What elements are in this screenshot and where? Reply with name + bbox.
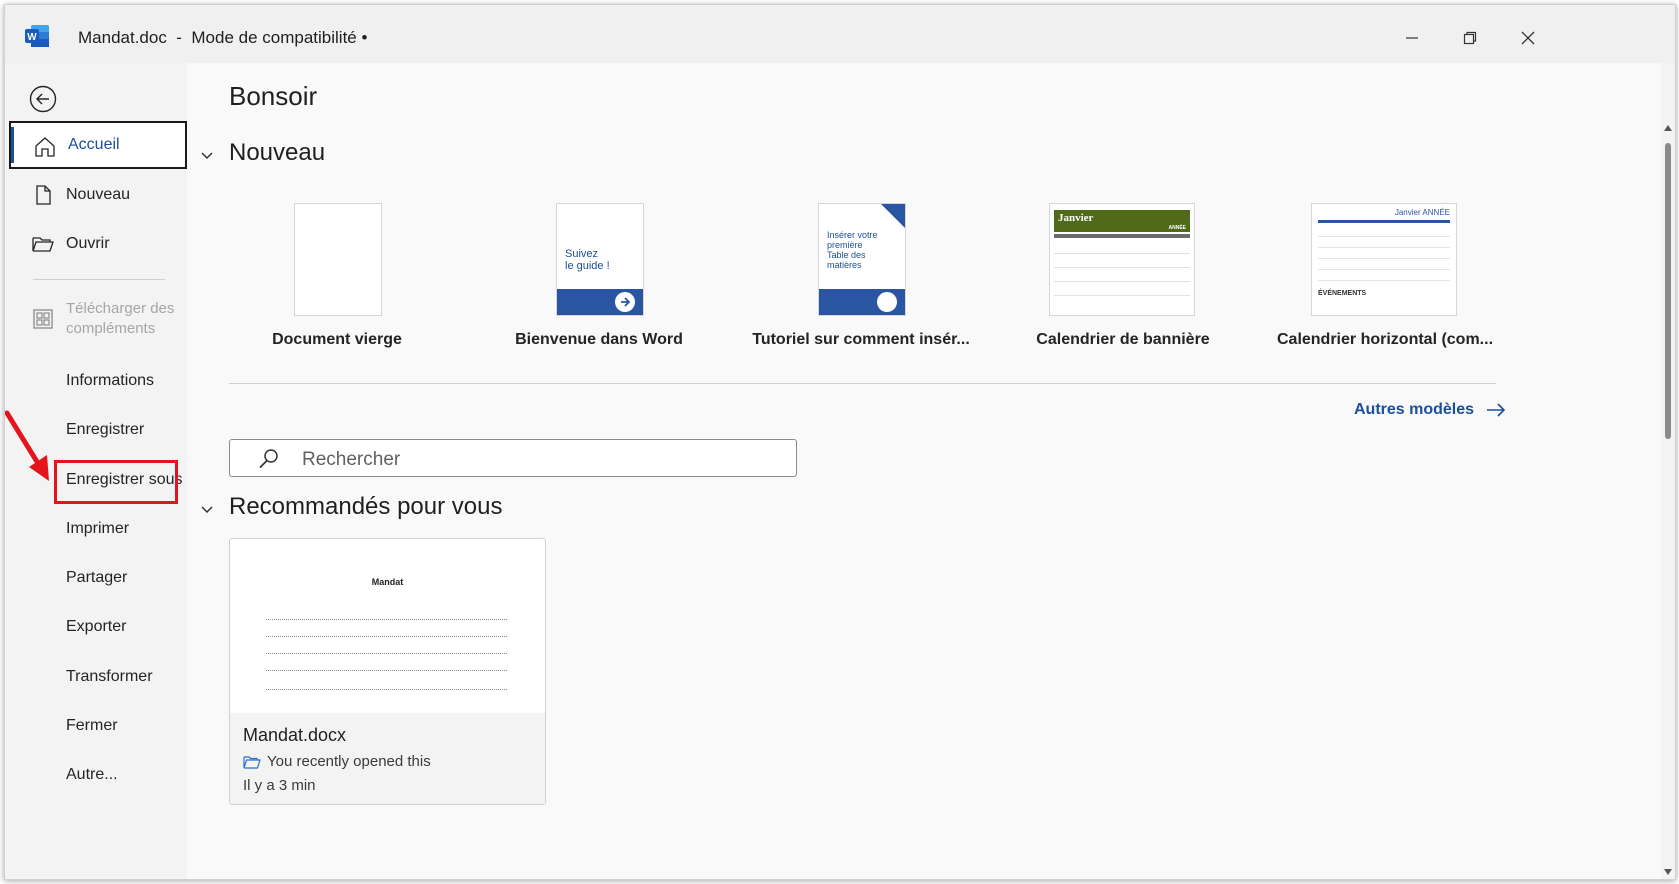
calendar-events-label: ÉVÉNEMENTS <box>1318 290 1367 297</box>
preview-line <box>266 653 507 655</box>
corner-ribbon <box>881 204 905 228</box>
preview-line <box>266 636 507 638</box>
sidebar-item-label: Télécharger des compléments <box>66 300 175 337</box>
new-document-icon <box>36 185 51 205</box>
card-info: Mandat.docx You recently opened this Il … <box>230 713 545 804</box>
calendar-year: ANNÉE <box>1168 225 1186 231</box>
sidebar-separator <box>33 279 165 280</box>
sidebar-item-partager[interactable]: Partager <box>9 554 187 602</box>
preview-line <box>266 619 507 621</box>
word-window: W Mandat.doc - Mode de compatibilité • A… <box>4 4 1676 880</box>
template-name: Calendrier horizontal (com... <box>1276 331 1494 348</box>
scroll-down-icon[interactable] <box>1664 869 1672 875</box>
search-placeholder: Rechercher <box>302 449 401 470</box>
svg-text:W: W <box>27 32 37 43</box>
sidebar-item-autre[interactable]: Autre... <box>9 751 187 799</box>
more-templates-label: Autres modèles <box>1354 401 1475 418</box>
sidebar-item-accueil[interactable]: Accueil <box>9 121 187 169</box>
arrow-right-icon <box>615 292 635 312</box>
restore-icon <box>1463 31 1477 45</box>
template-name: Tutoriel sur comment insér... <box>752 331 970 348</box>
template-name: Document vierge <box>272 331 402 348</box>
sidebar-item-label: Enregistrer <box>66 421 145 438</box>
arrow-right-icon <box>1487 403 1506 417</box>
thumbnail-text: Insérer votre première Table des matière… <box>827 230 878 270</box>
back-arrow-icon[interactable] <box>27 83 59 115</box>
calendar-month: Janvier <box>1058 212 1094 224</box>
annotation-arrow-icon <box>5 410 49 481</box>
sidebar-item-imprimer[interactable]: Imprimer <box>9 505 187 553</box>
close-icon <box>1521 31 1535 45</box>
home-icon <box>35 137 55 157</box>
toc-icon <box>877 292 897 312</box>
close-button[interactable] <box>1503 19 1553 57</box>
card-subtitle-text: You recently opened this <box>267 753 431 770</box>
sidebar-item-exporter[interactable]: Exporter <box>9 603 187 651</box>
minimize-icon <box>1406 37 1418 39</box>
scroll-up-icon[interactable] <box>1664 125 1672 131</box>
search-icon <box>259 449 278 469</box>
calendar-month: Janvier ANNÉE <box>1394 208 1450 217</box>
calendar-header-row <box>1318 220 1450 223</box>
addins-grid-icon <box>33 309 53 329</box>
chevron-down-icon[interactable] <box>199 147 215 163</box>
sidebar-item-label: Imprimer <box>66 520 130 537</box>
calendar-banner: Janvier ANNÉE <box>1054 210 1190 232</box>
section-divider <box>229 383 1496 384</box>
sidebar-item-label: Accueil <box>68 136 120 153</box>
folder-open-icon <box>32 237 54 252</box>
thumbnail-text: Suivez le guide ! <box>565 248 610 272</box>
calendar-header-row <box>1054 234 1190 238</box>
sidebar-item-label: Partager <box>66 569 128 586</box>
chevron-down-icon[interactable] <box>199 501 215 517</box>
sidebar-item-label: Ouvrir <box>66 235 110 252</box>
file-name: Mandat.docx <box>243 725 347 745</box>
folder-open-icon <box>243 755 261 769</box>
sidebar-item-label: Autre... <box>66 766 118 783</box>
restore-button[interactable] <box>1445 19 1495 57</box>
section-title-recommended: Recommandés pour vous <box>229 493 503 520</box>
template-thumbnail: Janvier ANNÉE <box>1049 203 1195 316</box>
sidebar-item-fermer[interactable]: Fermer <box>9 702 187 750</box>
greeting-heading: Bonsoir <box>229 81 318 111</box>
minimize-button[interactable] <box>1387 19 1437 57</box>
calendar-grid <box>1318 226 1450 284</box>
sidebar-item-label: Nouveau <box>66 186 131 203</box>
sidebar-item-label: Fermer <box>66 717 118 734</box>
sidebar-item-label: Transformer <box>66 668 153 685</box>
main-content: Bonsoir Nouveau Document vierge Suivez l… <box>187 63 1675 879</box>
template-thumbnail: Suivez le guide ! <box>556 203 644 316</box>
template-name: Bienvenue dans Word <box>515 331 683 348</box>
template-thumbnail <box>294 203 382 316</box>
sidebar-item-nouveau[interactable]: Nouveau <box>9 171 187 219</box>
recommended-file-card[interactable]: Mandat Mandat.docx You recently opened t… <box>229 538 546 805</box>
preview-line <box>266 670 507 672</box>
scroll-thumb[interactable] <box>1665 143 1671 439</box>
sidebar-item-addins[interactable]: Télécharger des compléments <box>9 291 187 347</box>
template-name: Calendrier de bannière <box>1036 331 1210 348</box>
card-subtitle: You recently opened this <box>243 753 431 770</box>
vertical-scrollbar[interactable] <box>1661 63 1675 879</box>
section-title-nouveau: Nouveau <box>229 139 326 166</box>
title-bar: W Mandat.doc - Mode de compatibilité • <box>5 5 1675 63</box>
calendar-grid <box>1054 240 1190 307</box>
document-preview: Mandat <box>230 539 545 713</box>
sidebar-item-informations[interactable]: Informations <box>9 357 187 405</box>
search-input[interactable]: Rechercher <box>229 439 797 477</box>
sidebar-item-ouvrir[interactable]: Ouvrir <box>9 220 187 268</box>
card-time: Il y a 3 min <box>243 777 316 794</box>
preview-line <box>266 689 507 691</box>
sidebar-item-label: Informations <box>66 372 155 389</box>
sidebar-item-label: Exporter <box>66 618 127 635</box>
sidebar-item-transformer[interactable]: Transformer <box>9 653 187 701</box>
window-title: Mandat.doc - Mode de compatibilité • <box>78 28 368 47</box>
template-thumbnail: Janvier ANNÉE ÉVÉNEMENTS <box>1311 203 1457 316</box>
template-thumbnail: Insérer votre première Table des matière… <box>818 203 906 316</box>
preview-title: Mandat <box>371 577 404 587</box>
more-templates-link[interactable]: Autres modèles <box>1354 401 1506 419</box>
word-app-icon: W <box>25 25 49 47</box>
